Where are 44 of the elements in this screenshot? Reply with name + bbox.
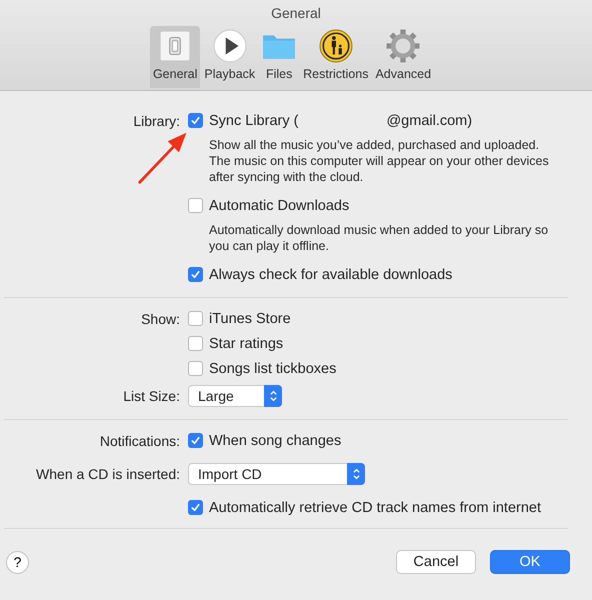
toolbar-tab[interactable]: General: [150, 26, 200, 88]
parent-child-icon: [318, 29, 353, 63]
play-icon: [212, 29, 247, 63]
checkbox[interactable]: [188, 311, 203, 326]
checkbox-option[interactable]: Always check for available downloads: [188, 266, 584, 282]
help-button[interactable]: ?: [6, 550, 29, 574]
checkbox-option[interactable]: Sync Library ( @gmail.com): [188, 112, 584, 128]
checkbox[interactable]: [188, 336, 203, 351]
chevrons-icon: [347, 463, 365, 485]
checkbox[interactable]: [188, 267, 203, 282]
checkbox-option[interactable]: When song changes: [188, 432, 584, 448]
checkbox-option[interactable]: Star ratings: [188, 336, 584, 352]
popup-menu[interactable]: Large: [188, 385, 282, 407]
field-label: Notifications:: [100, 432, 180, 448]
toolbar-tab[interactable]: Advanced: [372, 26, 434, 88]
field-label: Library:: [133, 112, 180, 128]
checkmark-icon: [190, 435, 201, 446]
checkmark-icon: [190, 115, 201, 126]
cancel-button[interactable]: Cancel: [396, 550, 476, 574]
field-label: When a CD is inserted:: [36, 466, 180, 482]
toolbar-tab[interactable]: Playback: [201, 26, 258, 88]
field-label: List Size:: [123, 388, 180, 404]
field-label: Show:: [141, 310, 180, 326]
checkbox[interactable]: [188, 500, 203, 515]
checkbox-option[interactable]: Songs list tickboxes: [188, 360, 584, 376]
checkmark-icon: [190, 269, 201, 280]
checkbox[interactable]: [188, 433, 203, 448]
checkbox[interactable]: [188, 113, 203, 128]
gear-icon: [386, 29, 420, 63]
description-text: Automatically download music when added to your Library so you can play it offline.: [209, 222, 550, 254]
checkbox-option[interactable]: iTunes Store: [188, 310, 584, 326]
window-title: General: [271, 5, 321, 21]
switch-icon: [158, 29, 192, 63]
checkbox[interactable]: [188, 361, 203, 376]
toolbar-tab[interactable]: Restrictions: [300, 26, 372, 88]
description-text: Show all the music you’ve added, purchased and uploaded. The music on this computer will appear on your other devices after syncing with the cloud.: [209, 137, 550, 185]
checkbox-option[interactable]: Automatically retrieve CD track names from internet: [188, 500, 584, 516]
ok-button[interactable]: OK: [490, 550, 570, 574]
checkmark-icon: [190, 502, 201, 513]
popup-menu[interactable]: Import CD: [188, 463, 365, 485]
toolbar-tab[interactable]: Files: [259, 26, 300, 88]
chevrons-icon: [264, 385, 282, 407]
checkbox[interactable]: [188, 198, 203, 213]
checkbox-option[interactable]: Automatic Downloads: [188, 198, 584, 214]
